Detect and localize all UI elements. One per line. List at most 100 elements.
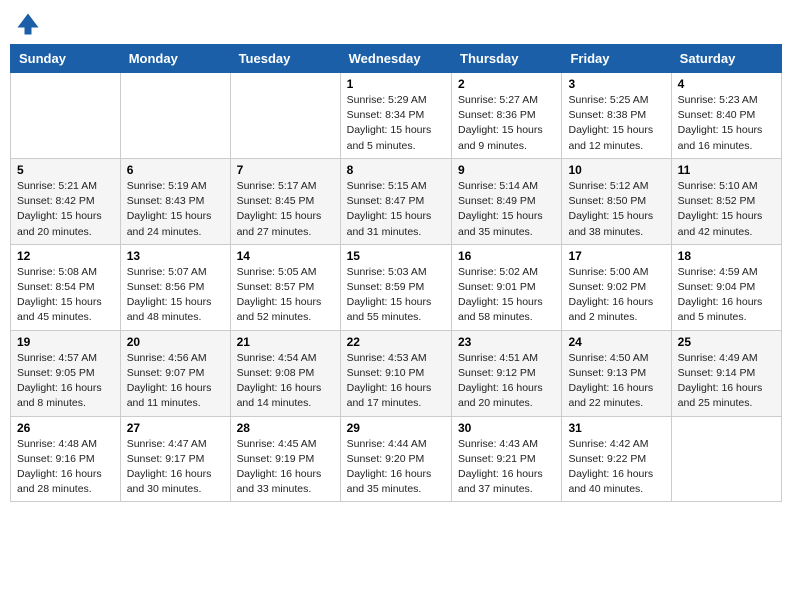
- day-number: 27: [127, 421, 224, 435]
- calendar-cell: [230, 73, 340, 159]
- day-number: 11: [678, 163, 775, 177]
- day-info: Sunrise: 5:25 AM Sunset: 8:38 PM Dayligh…: [568, 93, 664, 154]
- day-number: 7: [237, 163, 334, 177]
- calendar-cell: 22 Sunrise: 4:53 AM Sunset: 9:10 PM Dayli…: [340, 330, 451, 416]
- day-info: Sunrise: 5:10 AM Sunset: 8:52 PM Dayligh…: [678, 179, 775, 240]
- calendar-cell: 24 Sunrise: 4:50 AM Sunset: 9:13 PM Dayli…: [562, 330, 671, 416]
- day-info: Sunrise: 4:47 AM Sunset: 9:17 PM Dayligh…: [127, 437, 224, 498]
- day-number: 26: [17, 421, 114, 435]
- day-info: Sunrise: 5:21 AM Sunset: 8:42 PM Dayligh…: [17, 179, 114, 240]
- calendar-cell: 28 Sunrise: 4:45 AM Sunset: 9:19 PM Dayli…: [230, 416, 340, 502]
- calendar-cell: 23Sunrise: 4:51 AM Sunset: 9:12 PM Dayli…: [452, 330, 562, 416]
- day-number: 21: [237, 335, 334, 349]
- calendar-cell: 17 Sunrise: 5:00 AM Sunset: 9:02 PM Dayli…: [562, 244, 671, 330]
- day-info: Sunrise: 4:42 AM Sunset: 9:22 PM Dayligh…: [568, 437, 664, 498]
- day-info: Sunrise: 5:12 AM Sunset: 8:50 PM Dayligh…: [568, 179, 664, 240]
- calendar-cell: 29 Sunrise: 4:44 AM Sunset: 9:20 PM Dayli…: [340, 416, 451, 502]
- day-number: 16: [458, 249, 555, 263]
- calendar-cell: 12Sunrise: 5:08 AM Sunset: 8:54 PM Dayli…: [11, 244, 121, 330]
- day-number: 28: [237, 421, 334, 435]
- calendar-row-1: 5Sunrise: 5:21 AM Sunset: 8:42 PM Daylig…: [11, 158, 782, 244]
- day-number: 4: [678, 77, 775, 91]
- page-header: [10, 10, 782, 38]
- calendar-cell: 7 Sunrise: 5:17 AM Sunset: 8:45 PM Daylig…: [230, 158, 340, 244]
- day-number: 22: [347, 335, 445, 349]
- calendar-cell: 4 Sunrise: 5:23 AM Sunset: 8:40 PM Daylig…: [671, 73, 781, 159]
- day-number: 24: [568, 335, 664, 349]
- day-number: 19: [17, 335, 114, 349]
- day-info: Sunrise: 5:23 AM Sunset: 8:40 PM Dayligh…: [678, 93, 775, 154]
- logo: [14, 10, 44, 38]
- day-info: Sunrise: 5:00 AM Sunset: 9:02 PM Dayligh…: [568, 265, 664, 326]
- calendar-cell: 5Sunrise: 5:21 AM Sunset: 8:42 PM Daylig…: [11, 158, 121, 244]
- day-info: Sunrise: 5:29 AM Sunset: 8:34 PM Dayligh…: [347, 93, 445, 154]
- calendar-table: SundayMondayTuesdayWednesdayThursdayFrid…: [10, 44, 782, 502]
- calendar-row-0: 1 Sunrise: 5:29 AM Sunset: 8:34 PM Daylig…: [11, 73, 782, 159]
- day-number: 15: [347, 249, 445, 263]
- day-info: Sunrise: 4:45 AM Sunset: 9:19 PM Dayligh…: [237, 437, 334, 498]
- day-info: Sunrise: 5:17 AM Sunset: 8:45 PM Dayligh…: [237, 179, 334, 240]
- calendar-cell: 11 Sunrise: 5:10 AM Sunset: 8:52 PM Dayli…: [671, 158, 781, 244]
- weekday-header-row: SundayMondayTuesdayWednesdayThursdayFrid…: [11, 45, 782, 73]
- day-info: Sunrise: 5:03 AM Sunset: 8:59 PM Dayligh…: [347, 265, 445, 326]
- day-info: Sunrise: 4:54 AM Sunset: 9:08 PM Dayligh…: [237, 351, 334, 412]
- calendar-cell: [671, 416, 781, 502]
- calendar-cell: 31Sunrise: 4:42 AM Sunset: 9:22 PM Dayli…: [562, 416, 671, 502]
- day-info: Sunrise: 4:49 AM Sunset: 9:14 PM Dayligh…: [678, 351, 775, 412]
- calendar-cell: 1 Sunrise: 5:29 AM Sunset: 8:34 PM Daylig…: [340, 73, 451, 159]
- day-info: Sunrise: 4:50 AM Sunset: 9:13 PM Dayligh…: [568, 351, 664, 412]
- day-info: Sunrise: 5:14 AM Sunset: 8:49 PM Dayligh…: [458, 179, 555, 240]
- day-info: Sunrise: 5:05 AM Sunset: 8:57 PM Dayligh…: [237, 265, 334, 326]
- day-info: Sunrise: 4:59 AM Sunset: 9:04 PM Dayligh…: [678, 265, 775, 326]
- day-number: 3: [568, 77, 664, 91]
- day-number: 30: [458, 421, 555, 435]
- calendar-cell: 25 Sunrise: 4:49 AM Sunset: 9:14 PM Dayli…: [671, 330, 781, 416]
- calendar-cell: 10 Sunrise: 5:12 AM Sunset: 8:50 PM Dayli…: [562, 158, 671, 244]
- day-info: Sunrise: 4:57 AM Sunset: 9:05 PM Dayligh…: [17, 351, 114, 412]
- calendar-cell: 6 Sunrise: 5:19 AM Sunset: 8:43 PM Daylig…: [120, 158, 230, 244]
- day-info: Sunrise: 5:15 AM Sunset: 8:47 PM Dayligh…: [347, 179, 445, 240]
- calendar-row-4: 26 Sunrise: 4:48 AM Sunset: 9:16 PM Dayli…: [11, 416, 782, 502]
- day-number: 29: [347, 421, 445, 435]
- calendar-cell: 8 Sunrise: 5:15 AM Sunset: 8:47 PM Daylig…: [340, 158, 451, 244]
- day-number: 13: [127, 249, 224, 263]
- day-info: Sunrise: 4:48 AM Sunset: 9:16 PM Dayligh…: [17, 437, 114, 498]
- day-number: 9: [458, 163, 555, 177]
- day-info: Sunrise: 4:44 AM Sunset: 9:20 PM Dayligh…: [347, 437, 445, 498]
- day-info: Sunrise: 4:53 AM Sunset: 9:10 PM Dayligh…: [347, 351, 445, 412]
- day-number: 17: [568, 249, 664, 263]
- weekday-header-friday: Friday: [562, 45, 671, 73]
- day-number: 2: [458, 77, 555, 91]
- day-number: 8: [347, 163, 445, 177]
- calendar-cell: 27 Sunrise: 4:47 AM Sunset: 9:17 PM Dayli…: [120, 416, 230, 502]
- day-number: 14: [237, 249, 334, 263]
- calendar-cell: 16 Sunrise: 5:02 AM Sunset: 9:01 PM Dayli…: [452, 244, 562, 330]
- weekday-header-monday: Monday: [120, 45, 230, 73]
- logo-icon: [14, 10, 42, 38]
- calendar-cell: 19 Sunrise: 4:57 AM Sunset: 9:05 PM Dayli…: [11, 330, 121, 416]
- calendar-row-3: 19 Sunrise: 4:57 AM Sunset: 9:05 PM Dayli…: [11, 330, 782, 416]
- day-number: 25: [678, 335, 775, 349]
- calendar-cell: 30Sunrise: 4:43 AM Sunset: 9:21 PM Dayli…: [452, 416, 562, 502]
- calendar-cell: 20Sunrise: 4:56 AM Sunset: 9:07 PM Dayli…: [120, 330, 230, 416]
- day-info: Sunrise: 5:19 AM Sunset: 8:43 PM Dayligh…: [127, 179, 224, 240]
- calendar-cell: 2 Sunrise: 5:27 AM Sunset: 8:36 PM Daylig…: [452, 73, 562, 159]
- day-info: Sunrise: 5:02 AM Sunset: 9:01 PM Dayligh…: [458, 265, 555, 326]
- calendar-cell: 14 Sunrise: 5:05 AM Sunset: 8:57 PM Dayli…: [230, 244, 340, 330]
- weekday-header-wednesday: Wednesday: [340, 45, 451, 73]
- day-number: 6: [127, 163, 224, 177]
- weekday-header-saturday: Saturday: [671, 45, 781, 73]
- calendar-cell: 21 Sunrise: 4:54 AM Sunset: 9:08 PM Dayli…: [230, 330, 340, 416]
- calendar-cell: [120, 73, 230, 159]
- calendar-cell: 3 Sunrise: 5:25 AM Sunset: 8:38 PM Daylig…: [562, 73, 671, 159]
- day-number: 1: [347, 77, 445, 91]
- day-number: 12: [17, 249, 114, 263]
- day-number: 18: [678, 249, 775, 263]
- calendar-row-2: 12Sunrise: 5:08 AM Sunset: 8:54 PM Dayli…: [11, 244, 782, 330]
- calendar-cell: 26 Sunrise: 4:48 AM Sunset: 9:16 PM Dayli…: [11, 416, 121, 502]
- weekday-header-sunday: Sunday: [11, 45, 121, 73]
- day-info: Sunrise: 5:27 AM Sunset: 8:36 PM Dayligh…: [458, 93, 555, 154]
- calendar-cell: 15 Sunrise: 5:03 AM Sunset: 8:59 PM Dayli…: [340, 244, 451, 330]
- day-number: 10: [568, 163, 664, 177]
- day-number: 20: [127, 335, 224, 349]
